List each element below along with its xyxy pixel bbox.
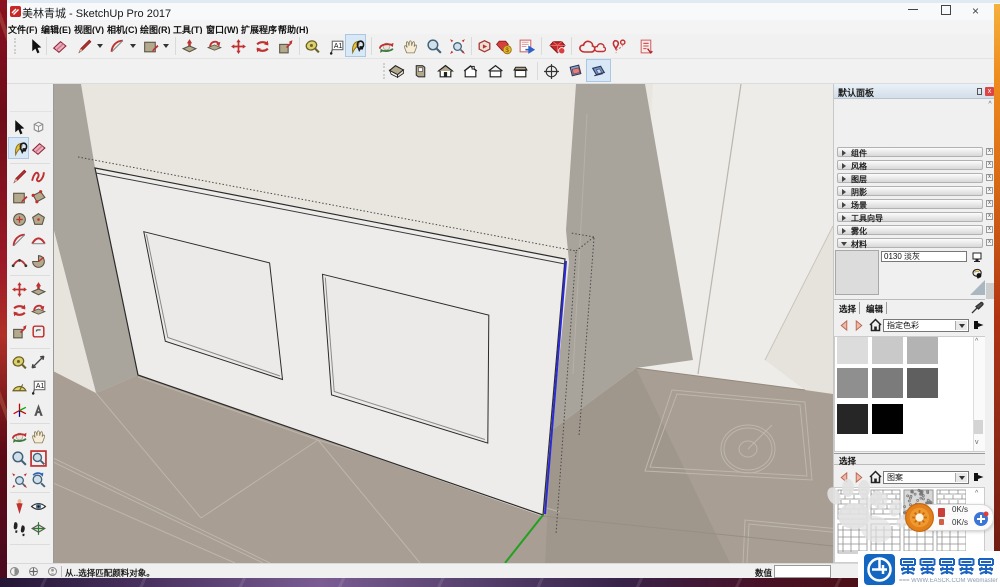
svg-text:$: $ — [505, 47, 509, 54]
svg-text:A1: A1 — [334, 43, 343, 50]
svg-text:A1: A1 — [36, 383, 45, 390]
